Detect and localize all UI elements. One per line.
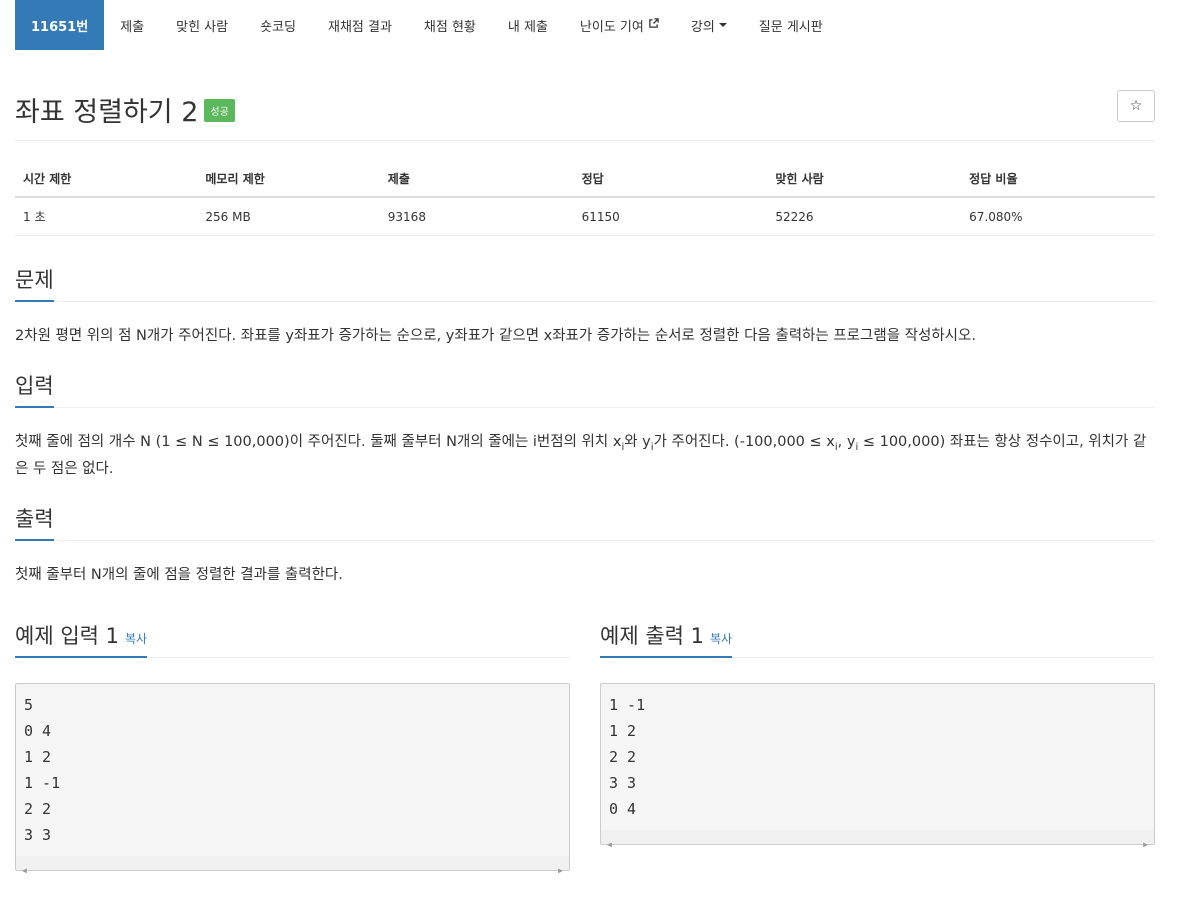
scroll-left-icon[interactable]: ◀ <box>22 858 27 884</box>
copy-input-button[interactable]: 복사 <box>125 632 147 646</box>
scroll-right-icon[interactable]: ▶ <box>1143 832 1148 858</box>
time-limit-value: 1 초 <box>15 197 198 236</box>
nav-item-qna-board[interactable]: 질문 게시판 <box>743 0 839 50</box>
problem-info-table: 시간 제한 메모리 제한 제출 정답 맞힌 사람 정답 비율 1 초 256 M… <box>15 161 1155 236</box>
page-title: 좌표 정렬하기 2 성공 <box>15 90 235 129</box>
col-accepted: 정답 <box>573 161 768 198</box>
col-time-limit: 시간 제한 <box>15 161 198 198</box>
title-row: 좌표 정렬하기 2 성공 ☆ <box>15 50 1155 141</box>
nav-label: 제출 <box>120 19 145 35</box>
nav-item-short-coding[interactable]: 숏코딩 <box>244 0 312 50</box>
accepted-value: 61150 <box>573 197 768 236</box>
sample-output-code[interactable]: 1 -1 1 2 2 2 3 3 0 4 ◀ ▶ <box>600 682 1155 849</box>
section-title: 예제 입력 1 복사 <box>15 620 148 658</box>
status-badge: 성공 <box>204 99 235 122</box>
table-header-row: 시간 제한 메모리 제한 제출 정답 맞힌 사람 정답 비율 <box>15 161 1155 198</box>
scroll-right-icon[interactable]: ▶ <box>558 858 563 884</box>
nav-item-solved-users[interactable]: 맞힌 사람 <box>160 0 244 50</box>
problem-description-section: 문제 2차원 평면 위의 점 N개가 주어진다. 좌표를 y좌표가 증가하는 순… <box>15 261 1155 349</box>
nav-label: 숏코딩 <box>260 19 296 35</box>
section-title: 문제 <box>15 264 54 302</box>
nav-label: 강의 <box>690 19 715 35</box>
external-link-icon <box>648 18 659 32</box>
nav-label: 난이도 기여 <box>579 19 644 35</box>
favorite-button[interactable]: ☆ <box>1117 90 1155 122</box>
nav-item-lectures[interactable]: 강의 <box>675 0 743 50</box>
col-memory-limit: 메모리 제한 <box>197 161 380 198</box>
nav-label: 재채점 결과 <box>327 19 392 35</box>
samples-row: 예제 입력 1 복사 5 0 4 1 2 1 -1 2 2 3 3 ◀ ▶ 예제 출력… <box>15 617 1155 875</box>
nav-label: 맞힌 사람 <box>176 19 229 35</box>
problem-input-section: 입력 첫째 줄에 점의 개수 N (1 ≤ N ≤ 100,000)이 주어진다… <box>15 367 1155 482</box>
scroll-left-icon[interactable]: ◀ <box>607 832 612 858</box>
nav-label: 질문 게시판 <box>758 19 823 35</box>
nav-label: 11651번 <box>31 19 89 35</box>
nav-item-problem[interactable]: 11651번 <box>15 0 105 50</box>
section-headline: 입력 <box>15 367 1155 409</box>
section-title: 입력 <box>15 370 54 409</box>
nav-item-my-submissions[interactable]: 내 제출 <box>492 0 564 50</box>
sample-input-code[interactable]: 5 0 4 1 2 1 -1 2 2 3 3 ◀ ▶ <box>15 682 570 875</box>
section-title: 예제 출력 1 복사 <box>600 620 733 658</box>
nav-label: 내 제출 <box>507 19 548 35</box>
ratio-value: 67.080% <box>961 197 1155 236</box>
caret-down-icon <box>718 23 727 27</box>
table-row: 1 초 256 MB 93168 61150 52226 67.080% <box>15 197 1155 236</box>
nav-item-status[interactable]: 채점 현황 <box>408 0 492 50</box>
problem-nav: 11651번 제출 맞힌 사람 숏코딩 재채점 결과 채점 현황 내 제출 난이… <box>15 0 1155 50</box>
nav-item-difficulty[interactable]: 난이도 기여 <box>564 0 675 50</box>
solved-users-value: 52226 <box>767 197 962 236</box>
section-title: 출력 <box>15 503 54 542</box>
problem-input-text: 첫째 줄에 점의 개수 N (1 ≤ N ≤ 100,000)이 주어진다. 둘… <box>15 434 1147 477</box>
problem-title: 좌표 정렬하기 2 <box>15 97 199 128</box>
horizontal-scrollbar[interactable]: ◀ ▶ <box>601 829 1154 849</box>
submissions-value: 93168 <box>379 197 574 236</box>
sample-input-panel: 예제 입력 1 복사 5 0 4 1 2 1 -1 2 2 3 3 ◀ ▶ <box>15 617 570 875</box>
memory-limit-value: 256 MB <box>197 197 380 236</box>
section-headline: 예제 입력 1 복사 <box>15 617 570 658</box>
section-headline: 출력 <box>15 500 1155 542</box>
col-ratio: 정답 비율 <box>961 161 1155 198</box>
nav-item-rejudge[interactable]: 재채점 결과 <box>312 0 408 50</box>
sample-output-panel: 예제 출력 1 복사 1 -1 1 2 2 2 3 3 0 4 ◀ ▶ <box>600 617 1155 871</box>
copy-output-button[interactable]: 복사 <box>710 632 732 646</box>
nav-label: 채점 현황 <box>423 19 476 35</box>
section-headline: 예제 출력 1 복사 <box>600 617 1155 658</box>
problem-output-text: 첫째 줄부터 N개의 줄에 점을 정렬한 결과를 출력한다. <box>15 567 343 584</box>
section-headline: 문제 <box>15 261 1155 302</box>
col-submissions: 제출 <box>379 161 574 198</box>
nav-item-submit[interactable]: 제출 <box>104 0 160 50</box>
star-icon: ☆ <box>1129 98 1143 114</box>
col-solved-users: 맞힌 사람 <box>767 161 962 198</box>
problem-output-section: 출력 첫째 줄부터 N개의 줄에 점을 정렬한 결과를 출력한다. <box>15 500 1155 588</box>
problem-description-text: 2차원 평면 위의 점 N개가 주어진다. 좌표를 y좌표가 증가하는 순으로,… <box>15 328 976 344</box>
horizontal-scrollbar[interactable]: ◀ ▶ <box>16 855 569 875</box>
